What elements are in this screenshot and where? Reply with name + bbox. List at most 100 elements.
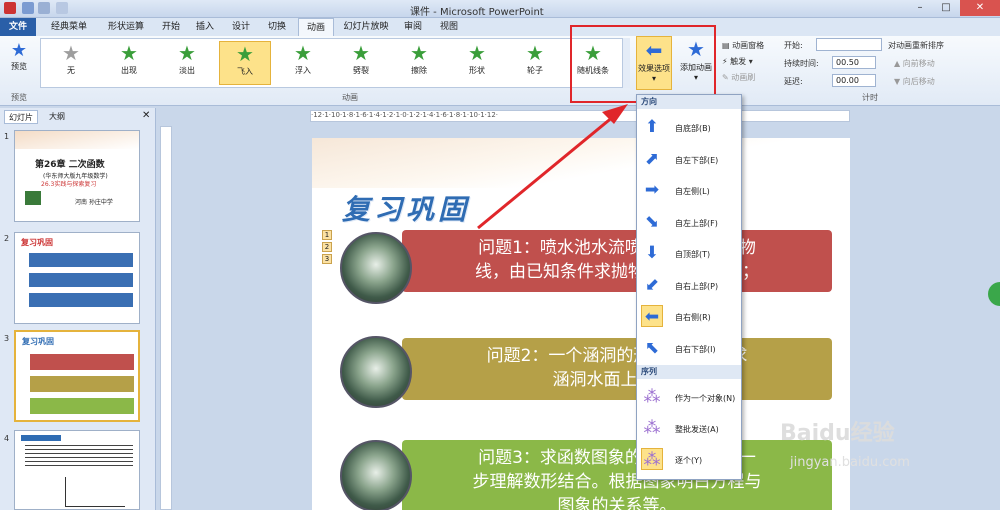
animation-option[interactable]: ★ 浮入 — [277, 41, 329, 85]
menu-item-direction[interactable]: ⬋ 自右上部(P) — [637, 271, 741, 301]
thumb-title: 复习巩固 — [22, 337, 54, 346]
start-label: 开始: — [784, 41, 803, 50]
animation-option[interactable]: ★ 轮子 — [509, 41, 561, 85]
tab-file[interactable]: 文件 — [0, 18, 36, 36]
animation-option-label: 出现 — [121, 66, 137, 75]
question-3-line-3: 图象的关系等。 — [557, 496, 677, 510]
slide-thumbnail-4[interactable] — [14, 430, 140, 510]
preview-button[interactable]: ★ 预览 — [4, 40, 34, 72]
start-select[interactable] — [816, 38, 882, 51]
animation-option-label: 飞入 — [237, 67, 253, 76]
tab-shape-ops[interactable]: 形状运算 — [100, 18, 152, 36]
slide-thumbnail-2[interactable]: 复习巩固 — [14, 232, 140, 324]
arrow-up-icon: ⬆ — [644, 117, 660, 137]
slide-thumbnail-3[interactable]: 复习巩固 — [14, 330, 140, 422]
undo-icon[interactable] — [38, 2, 50, 14]
menu-item-direction[interactable]: ⬈ 自左下部(E) — [637, 145, 741, 175]
thumb-footer: 河南 孙庄中学 — [75, 199, 113, 206]
maximize-icon[interactable]: □ — [934, 0, 958, 16]
question-2-line-1: 问题2：一个涵洞的形求 — [486, 346, 748, 366]
minimize-icon[interactable]: – — [908, 0, 932, 16]
close-icon[interactable]: ✕ — [960, 0, 1000, 16]
slide-thumbnail-1[interactable]: 第26章 二次函数 (华东师大版九年级数学) 26.3实践与探索复习 河南 孙庄… — [14, 130, 140, 222]
tab-design[interactable]: 设计 — [226, 18, 256, 36]
menu-item-direction[interactable]: ⬅ 自右侧(R) — [637, 302, 741, 332]
tab-transitions[interactable]: 切换 — [262, 18, 292, 36]
fountain-image[interactable] — [340, 440, 412, 510]
menu-item-sequence[interactable]: ⁂ 整批发送(A) — [637, 414, 741, 444]
duration-input[interactable]: 00.50 — [832, 56, 876, 69]
question-2-bar[interactable]: 问题2：一个涵洞的形求 涵洞水面上1.5处 — [402, 338, 832, 400]
thumb-title: 复习巩固 — [21, 238, 53, 247]
slide-number: 1 — [4, 132, 10, 141]
animation-tag[interactable]: 1 — [322, 230, 332, 240]
powerpoint-logo-icon — [4, 2, 16, 14]
animation-pane-button[interactable]: ▤ 动画窗格 — [722, 40, 764, 51]
question-3-bar[interactable]: 问题3：求函数图象的进一 步理解数形结合。根据图象明白方程与 图象的关系等。 — [402, 440, 832, 510]
animation-group-label: 动画 — [342, 93, 358, 102]
star-icon: ★ — [410, 41, 428, 65]
tab-classic-menu[interactable]: 经典菜单 — [42, 18, 96, 36]
vertical-ruler — [160, 126, 172, 510]
menu-item-direction[interactable]: ⬊ 自左上部(F) — [637, 208, 741, 238]
menu-item-sequence[interactable]: ⁂ 作为一个对象(N) — [637, 383, 741, 413]
tab-view[interactable]: 视图 — [434, 18, 464, 36]
arrow-left-icon: ⬅ — [641, 305, 663, 327]
animation-tag[interactable]: 2 — [322, 242, 332, 252]
thumb-text — [25, 445, 133, 469]
slide-canvas[interactable]: 复习巩固 1 2 3 问题1：喷水池水流喷抛物 线，由已知条件求抛物标； 问题2… — [312, 138, 850, 510]
slide-title[interactable]: 复习巩固 — [342, 188, 470, 228]
animation-option[interactable]: ★ 出现 — [103, 41, 155, 85]
dots-icon: ⁂ — [643, 387, 661, 407]
question-1-bar[interactable]: 问题1：喷水池水流喷抛物 线，由已知条件求抛物标； — [402, 230, 832, 292]
preview-group-label: 预览 — [11, 93, 27, 102]
thumb-graph — [65, 477, 125, 507]
move-earlier-button[interactable]: ▲ 向前移动 — [894, 58, 935, 69]
animation-option[interactable]: ★ 形状 — [451, 41, 503, 85]
redo-icon[interactable] — [56, 2, 68, 14]
animation-pane-label: 动画窗格 — [732, 41, 765, 50]
dots-icon: ⁂ — [643, 418, 661, 438]
question-2-line-2: 涵洞水面上1.5处 — [552, 370, 682, 390]
animation-option[interactable]: ★ 擦除 — [393, 41, 445, 85]
animation-option[interactable]: ★ 无 — [45, 41, 97, 85]
tab-home[interactable]: 开始 — [156, 18, 186, 36]
effect-options-menu: 方向 ⬆ 自底部(B) ⬈ 自左下部(E) ➡ 自左侧(L) ⬊ 自左上部(F) ⬇ 自顶部(T)… — [636, 94, 742, 480]
animation-option[interactable]: ★ 淡出 — [161, 41, 213, 85]
book-icon — [25, 191, 41, 205]
question-1-line-2: 线，由已知条件求抛物 标； — [475, 262, 759, 282]
tab-slideshow[interactable]: 幻灯片放映 — [340, 18, 392, 36]
animation-option[interactable]: ★ 劈裂 — [335, 41, 387, 85]
menu-item-label: 整批发送(A) — [675, 425, 719, 434]
arrow-up-left-icon: ⬉ — [644, 337, 660, 358]
animation-option[interactable]: ★ 飞入 — [219, 41, 271, 85]
save-icon[interactable] — [22, 2, 34, 14]
animation-painter-button[interactable]: ✎ 动画刷 — [722, 72, 755, 83]
tab-animations[interactable]: 动画 — [298, 18, 334, 36]
slide-swoosh — [312, 138, 850, 188]
tab-insert[interactable]: 插入 — [190, 18, 220, 36]
tab-outline[interactable]: 大纲 — [42, 110, 72, 124]
delay-input[interactable]: 00.00 — [832, 74, 876, 87]
animation-tag[interactable]: 3 — [322, 254, 332, 264]
move-later-button[interactable]: ▼ 向后移动 — [894, 76, 935, 87]
tab-slides[interactable]: 幻灯片 — [4, 110, 38, 124]
slide-thumbnail-pane: 幻灯片 大纲 ✕ 1 第26章 二次函数 (华东师大版九年级数学) 26.3实践… — [0, 108, 156, 510]
fountain-image[interactable] — [340, 336, 412, 408]
trigger-button[interactable]: ⚡ 触发 ▾ — [722, 56, 753, 67]
menu-item-direction[interactable]: ⬉ 自右下部(I) — [637, 334, 741, 364]
menu-item-direction[interactable]: ➡ 自左侧(L) — [637, 176, 741, 206]
menu-item-sequence[interactable]: ⁂ 逐个(Y) — [637, 445, 741, 475]
sequence-header: 序列 — [637, 365, 741, 379]
menu-item-label: 自右上部(P) — [675, 281, 719, 291]
ribbon: ★ 预览 预览 ★ 无 ★ 出现 ★ 淡出 ★ 飞入 ★ 浮入 ★ 劈裂 ★ 擦除 ★ 形状 ★ 轮子 ★ 随机线条 … — [0, 36, 1000, 106]
menu-item-label: 逐个(Y) — [675, 456, 703, 465]
close-pane-icon[interactable]: ✕ — [142, 110, 150, 121]
move-later-label: 向后移动 — [902, 77, 935, 86]
fountain-image[interactable] — [340, 232, 412, 304]
tab-review[interactable]: 审阅 — [398, 18, 428, 36]
menu-item-direction[interactable]: ⬆ 自底部(B) — [637, 113, 741, 143]
animation-option-label: 无 — [67, 66, 75, 75]
menu-item-direction[interactable]: ⬇ 自顶部(T) — [637, 239, 741, 269]
preview-label: 预览 — [11, 62, 27, 71]
